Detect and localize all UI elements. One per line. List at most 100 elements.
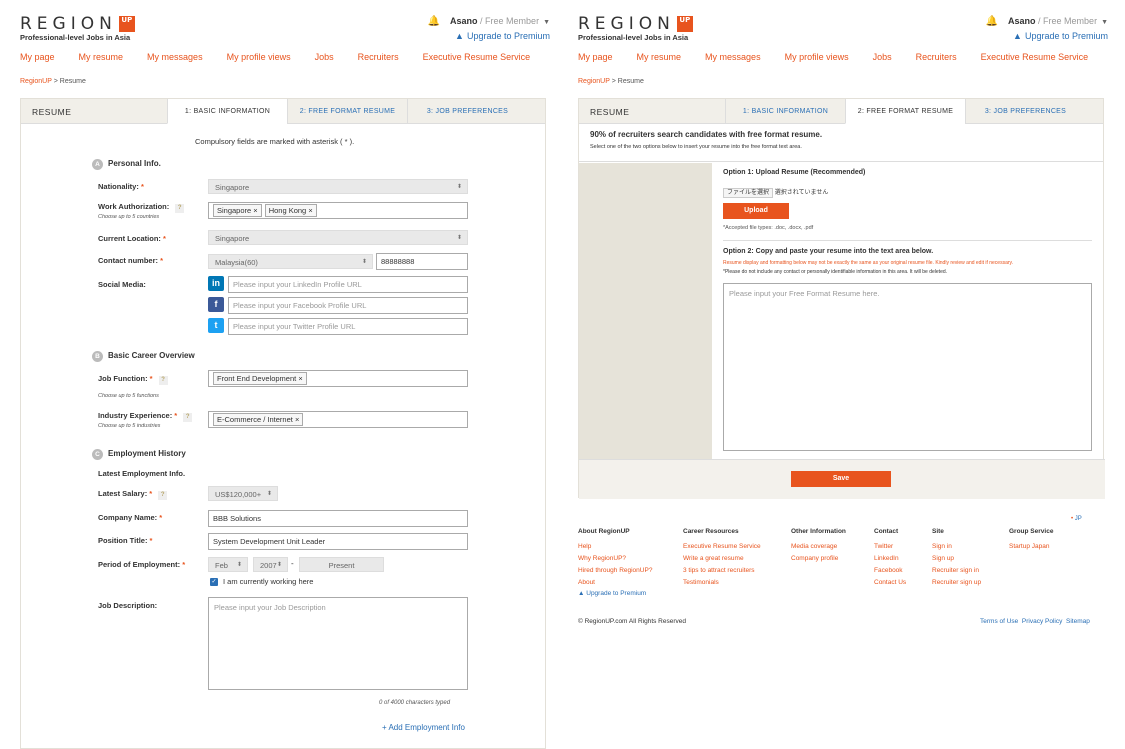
upgrade-link[interactable]: ▲ Upgrade to Premium (986, 31, 1108, 41)
updown-icon: ⬍ (266, 491, 272, 497)
caret-down-icon[interactable]: ▼ (543, 19, 550, 26)
footer-link[interactable]: Startup Japan (1009, 541, 1089, 553)
nav-jobs[interactable]: Jobs (315, 52, 334, 62)
footer-link[interactable]: Company profile (791, 553, 874, 565)
location-select[interactable]: Singapore ⬍ (208, 230, 468, 245)
phone-input[interactable]: 88888888 (376, 253, 468, 270)
latest-employment-heading: Latest Employment Info. (98, 469, 186, 478)
footer-link[interactable]: LinkedIn (874, 553, 932, 565)
bell-icon[interactable]: 🔔 (986, 16, 998, 27)
description-label: Job Description: (98, 601, 158, 610)
nav-jobs[interactable]: Jobs (873, 52, 892, 62)
footer-upgrade-link[interactable]: ▲ Upgrade to Premium (578, 590, 646, 597)
upgrade-link[interactable]: ▲ Upgrade to Premium (428, 31, 550, 41)
footer-link[interactable]: Testimonials (683, 577, 791, 589)
nav-my-resume[interactable]: My resume (79, 52, 124, 62)
footer-link[interactable]: Media coverage (791, 541, 874, 553)
tab-basic-info[interactable]: 1: BASIC INFORMATION (167, 99, 287, 124)
arrow-up-icon: ▲ (578, 590, 585, 597)
tag-chip[interactable]: Hong Kong × (264, 204, 317, 217)
position-input[interactable]: System Development Unit Leader (208, 533, 468, 550)
footer-link[interactable]: Write a great resume (683, 553, 791, 565)
footer-link[interactable]: Contact Us (874, 577, 932, 589)
accepted-types: *Accepted file types: .doc, .docx, .pdf (723, 225, 814, 231)
footer-link[interactable]: Recruiter sign up (932, 577, 1009, 589)
salary-select[interactable]: US$120,000+ ⬍ (208, 486, 278, 501)
job-function-note: Choose up to 5 functions (98, 393, 159, 399)
footer-link[interactable]: Facebook (874, 565, 932, 577)
brand-logo[interactable]: REGION UP Professional-level Jobs in Asia (578, 14, 693, 42)
option1-title: Option 1: Upload Resume (Recommended) (723, 169, 866, 176)
linkedin-input[interactable]: Please input your LinkedIn Profile URL (228, 276, 468, 293)
footer-link[interactable]: Sign up (932, 553, 1009, 565)
option-divider (723, 240, 1092, 241)
nav-profile-views[interactable]: My profile views (785, 52, 849, 62)
updown-icon: ⬍ (361, 259, 367, 265)
left-screen: REGION UP Professional-level Jobs in Asia… (12, 0, 550, 749)
footer-col-other: Other Information Media coverage Company… (791, 528, 874, 589)
side-panel (579, 163, 712, 459)
nav-my-page[interactable]: My page (20, 52, 55, 62)
year-select[interactable]: 2007 ⬍ (253, 557, 288, 572)
upload-button[interactable]: Upload (723, 203, 789, 219)
nav-recruiters[interactable]: Recruiters (358, 52, 399, 62)
end-date-field: Present (299, 557, 384, 572)
save-button[interactable]: Save (791, 471, 891, 487)
nav-my-messages[interactable]: My messages (147, 52, 203, 62)
footer-link[interactable]: Twitter (874, 541, 932, 553)
industry-input[interactable]: E-Commerce / Internet × (208, 411, 468, 428)
facebook-input[interactable]: Please input your Facebook Profile URL (228, 297, 468, 314)
footer-link[interactable]: Recruiter sign in (932, 565, 1009, 577)
footer-link[interactable]: About (578, 577, 683, 589)
breadcrumb-home[interactable]: RegionUP (20, 78, 52, 85)
option2-warning: Resume display and formatting below may … (723, 260, 1014, 266)
tag-chip[interactable]: E-Commerce / Internet × (213, 413, 304, 426)
terms-link[interactable]: Terms of Use (980, 618, 1018, 625)
bell-icon[interactable]: 🔔 (428, 16, 440, 27)
file-chooser[interactable]: ファイルを選択 選択されていません (723, 187, 828, 198)
nav-my-messages[interactable]: My messages (705, 52, 761, 62)
tag-chip[interactable]: Singapore × (213, 204, 262, 217)
nav-my-page[interactable]: My page (578, 52, 613, 62)
main-nav: My page My resume My messages My profile vi… (20, 52, 530, 62)
footer-link[interactable]: 3 tips to attract recruiters (683, 565, 791, 577)
free-format-textarea[interactable]: Please input your Free Format Resume her… (723, 283, 1092, 451)
tag-chip[interactable]: Front End Development × (213, 372, 307, 385)
tab-basic-info[interactable]: 1: BASIC INFORMATION (725, 99, 845, 123)
remove-icon: × (294, 415, 300, 424)
work-auth-input[interactable]: Singapore × Hong Kong × (208, 202, 468, 219)
nationality-select[interactable]: Singapore ⬍ (208, 179, 468, 194)
footer-col-about: About RegionUP Help Why RegionUP? Hired … (578, 528, 683, 589)
footer-link[interactable]: Hired through RegionUP? (578, 565, 683, 577)
tab-job-preferences[interactable]: 3: JOB PREFERENCES (407, 99, 527, 123)
work-auth-note: Choose up to 5 countries (98, 214, 160, 220)
footer-link[interactable]: Sign in (932, 541, 1009, 553)
company-input[interactable]: BBB Solutions (208, 510, 468, 527)
tab-free-format[interactable]: 2: FREE FORMAT RESUME (287, 99, 407, 123)
sitemap-link[interactable]: Sitemap (1066, 618, 1090, 625)
description-textarea[interactable]: Please input your Job Description (208, 597, 468, 690)
nav-profile-views[interactable]: My profile views (227, 52, 291, 62)
privacy-link[interactable]: Privacy Policy (1022, 618, 1062, 625)
tab-job-preferences[interactable]: 3: JOB PREFERENCES (965, 99, 1085, 123)
user-menu[interactable]: 🔔 Asano / Free Member ▼ ▲ Upgrade to Premiu… (986, 16, 1108, 41)
month-select[interactable]: Feb ⬍ (208, 557, 248, 572)
footer-link[interactable]: Executive Resume Service (683, 541, 791, 553)
job-function-input[interactable]: Front End Development × (208, 370, 468, 387)
country-code-select[interactable]: Malaysia(60) ⬍ (208, 254, 373, 269)
nav-exec-resume[interactable]: Executive Resume Service (423, 52, 531, 62)
nav-my-resume[interactable]: My resume (637, 52, 682, 62)
nav-exec-resume[interactable]: Executive Resume Service (981, 52, 1089, 62)
nav-recruiters[interactable]: Recruiters (916, 52, 957, 62)
user-menu[interactable]: 🔔 Asano / Free Member ▼ ▲ Upgrade to Premiu… (428, 16, 550, 41)
tab-free-format[interactable]: 2: FREE FORMAT RESUME (845, 99, 965, 124)
add-employment-link[interactable]: + Add Employment Info (382, 723, 465, 732)
footer-link[interactable]: Why RegionUP? (578, 553, 683, 565)
section-b-badge: B (92, 351, 103, 362)
footer-link[interactable]: Help (578, 541, 683, 553)
period-label: Period of Employment: * (98, 560, 186, 569)
brand-logo[interactable]: REGION UP Professional-level Jobs in Asia (20, 14, 135, 42)
current-job-checkbox[interactable]: ✓ I am currently working here (210, 577, 313, 586)
twitter-input[interactable]: Please input your Twitter Profile URL (228, 318, 468, 335)
language-switch[interactable]: • JP (1071, 516, 1082, 522)
